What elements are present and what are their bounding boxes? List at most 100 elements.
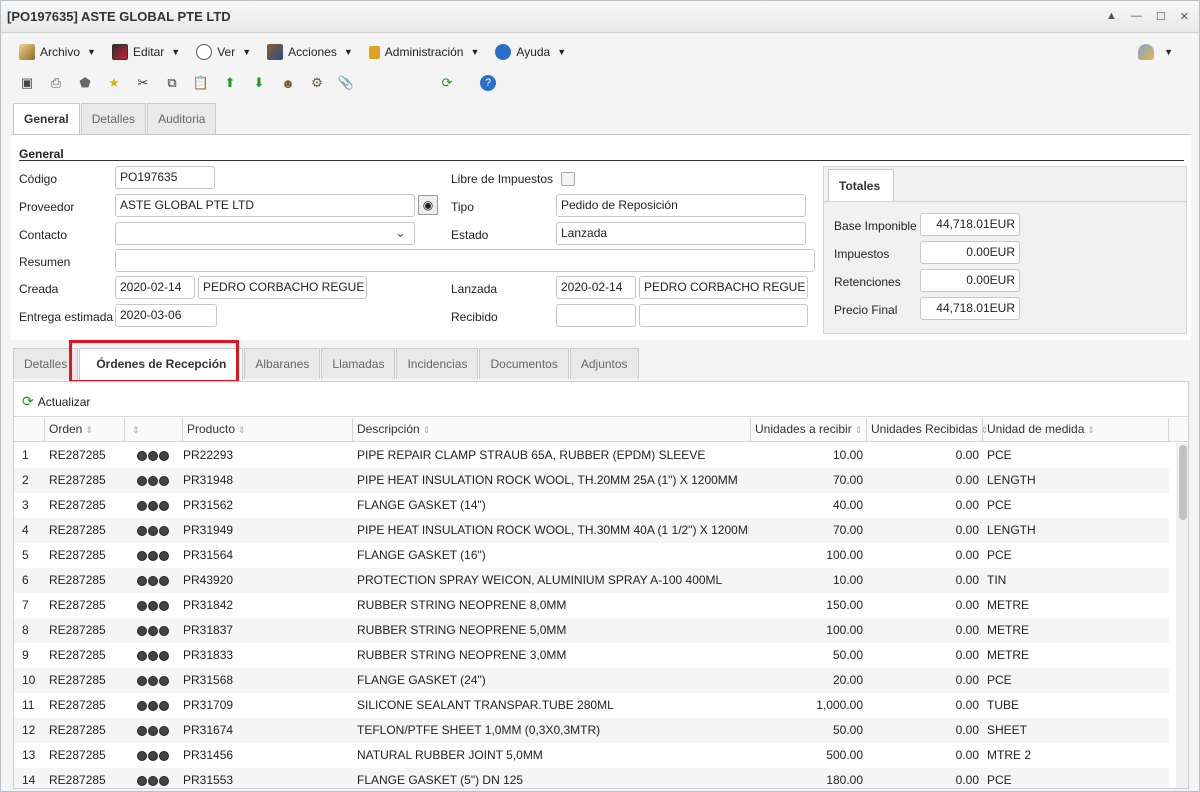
menu-editar[interactable]: Editar ▼ [110, 40, 182, 64]
table-row[interactable]: 10 RE287285 PR31568 FLANGE GASKET (24") 20.0… [14, 668, 1169, 693]
copy-icon[interactable]: ⧉ [162, 73, 182, 93]
refresh-button[interactable]: ⟳ Actualizar [22, 393, 90, 410]
codigo-field[interactable]: PO197635 [115, 166, 215, 189]
table-row[interactable]: 2 RE287285 PR31948 PIPE HEAT INSULATION ROC… [14, 468, 1169, 493]
status-dot-icon [159, 625, 169, 636]
close-icon[interactable]: ✕ [1180, 10, 1189, 23]
precio-final-value: 44,718.01EUR [920, 297, 1020, 320]
tab-albaranes[interactable]: Albaranes [244, 348, 321, 379]
chevron-down-icon[interactable]: ⌄ [395, 225, 406, 241]
tab-documentos[interactable]: Documentos [479, 348, 569, 379]
user-menu-button[interactable]: ▼ [1138, 44, 1173, 60]
contacto-select[interactable] [115, 222, 415, 245]
caret-icon: ▼ [343, 47, 353, 57]
producto-cell: PR31842 [183, 598, 234, 612]
settings-icon[interactable]: ⚙ [307, 73, 327, 93]
tab-llamadas[interactable]: Llamadas [321, 348, 396, 379]
menu-archivo[interactable]: Archivo ▼ [17, 40, 98, 64]
table-row[interactable]: 1 RE287285 PR22293 PIPE REPAIR CLAMP STRAUB… [14, 443, 1169, 468]
table-row[interactable]: 12 RE287285 PR31674 TEFLON/PTFE SHEET 1,0MM… [14, 718, 1169, 743]
col-orden[interactable]: Orden ⇕ [45, 418, 125, 441]
resumen-field[interactable] [115, 249, 815, 272]
creada-date-field[interactable]: 2020-02-14 [115, 276, 195, 299]
status-dot-icon [159, 575, 169, 586]
minimize-icon[interactable]: — [1131, 10, 1142, 23]
tab-detalles[interactable]: Detalles [80, 103, 147, 134]
unidades-a-recibir-cell: 50.00 [832, 723, 863, 737]
producto-cell: PR31709 [183, 698, 234, 712]
unidades-a-recibir-cell: 70.00 [832, 473, 863, 487]
print-icon[interactable]: ⎙ [46, 73, 66, 93]
download-icon[interactable]: ⬇ [249, 73, 269, 93]
col-unidad-medida[interactable]: Unidad de medida ⇕ [983, 418, 1169, 441]
resumen-label: Resumen [19, 255, 71, 269]
user-icon [1138, 44, 1155, 60]
entrega-date-field[interactable]: 2020-03-06 [115, 304, 217, 327]
col-unidades-a-recibir[interactable]: Unidades a recibir ⇕ [751, 418, 867, 441]
estado-field[interactable]: Lanzada [556, 222, 806, 245]
proveedor-field[interactable]: ASTE GLOBAL PTE LTD [115, 194, 415, 217]
help-icon[interactable]: ? [480, 75, 496, 91]
contacto-label: Contacto [19, 228, 68, 242]
status-dot-icon [148, 675, 158, 686]
upload-icon[interactable]: ⬆ [220, 73, 240, 93]
status-dots-icon [137, 618, 177, 643]
producto-cell: PR31674 [183, 723, 234, 737]
table-row[interactable]: 5 RE287285 PR31564 FLANGE GASKET (16") 100.0… [14, 543, 1169, 568]
tipo-field[interactable]: Pedido de Reposición [556, 194, 806, 217]
collapse-icon[interactable]: ▲ [1106, 10, 1117, 23]
menu-ayuda[interactable]: Ayuda ▼ [493, 40, 568, 64]
descripcion-cell: TEFLON/PTFE SHEET 1,0MM (0,3X0,3MTR) [357, 723, 601, 737]
creada-label: Creada [19, 282, 59, 296]
tab-adjuntos[interactable]: Adjuntos [569, 348, 639, 379]
status-dot-icon [137, 575, 147, 586]
unidades-recibidas-cell: 0.00 [955, 698, 979, 712]
table-row[interactable]: 6 RE287285 PR43920 PROTECTION SPRAY WEICON,… [14, 568, 1169, 593]
col-descripcion[interactable]: Descripción ⇕ [353, 418, 751, 441]
users-icon[interactable]: ☻ [278, 73, 298, 93]
delete-icon[interactable]: ⬟ [75, 73, 95, 93]
table-row[interactable]: 4 RE287285 PR31949 PIPE HEAT INSULATION ROC… [14, 518, 1169, 543]
refresh-icon[interactable]: ⟳ [437, 73, 457, 93]
favorite-icon[interactable]: ★ [104, 73, 124, 93]
grid-toolbar: ⟳ Actualizar [14, 382, 1188, 417]
recibido-date-field[interactable] [556, 304, 636, 327]
table-row[interactable]: 11 RE287285 PR31709 SILICONE SEALANT TRANSP… [14, 693, 1169, 718]
save-icon[interactable]: ▣ [17, 73, 37, 93]
scrollbar-thumb[interactable] [1179, 445, 1187, 520]
status-dot-icon [148, 500, 158, 511]
menu-acciones[interactable]: Acciones ▼ [265, 40, 355, 64]
table-row[interactable]: 9 RE287285 PR31833 RUBBER STRING NEOPRENE 3… [14, 643, 1169, 668]
table-row[interactable]: 8 RE287285 PR31837 RUBBER STRING NEOPRENE 5… [14, 618, 1169, 643]
table-row[interactable]: 14 RE287285 PR31553 FLANGE GASKET (5") DN 1… [14, 768, 1169, 788]
paste-icon[interactable]: 📋 [191, 73, 211, 93]
view-supplier-eye-icon[interactable]: ◉ [418, 195, 438, 215]
recibido-user-field[interactable] [639, 304, 808, 327]
lanzada-user-field[interactable]: PEDRO CORBACHO REGUE [639, 276, 808, 299]
unidades-a-recibir-cell: 1,000.00 [816, 698, 863, 712]
descripcion-cell: FLANGE GASKET (16") [357, 548, 486, 562]
table-row[interactable]: 7 RE287285 PR31842 RUBBER STRING NEOPRENE 8… [14, 593, 1169, 618]
vertical-scrollbar[interactable] [1176, 443, 1188, 788]
libre-impuestos-checkbox[interactable] [561, 172, 575, 186]
status-dot-icon [137, 550, 147, 561]
menu-ver[interactable]: Ver ▼ [194, 40, 253, 64]
menu-administracion[interactable]: Administración ▼ [367, 40, 482, 64]
unidad-medida-cell: PCE [987, 448, 1012, 462]
creada-user-field[interactable]: PEDRO CORBACHO REGUE [198, 276, 367, 299]
maximize-icon[interactable]: ☐ [1156, 10, 1166, 23]
col-producto[interactable]: Producto ⇕ [183, 418, 353, 441]
cut-icon[interactable]: ✂ [133, 73, 153, 93]
orden-cell: RE287285 [49, 648, 106, 662]
tab-general[interactable]: General [13, 103, 80, 135]
tab-totales[interactable]: Totales [828, 169, 894, 201]
row-number: 5 [22, 548, 29, 562]
tab-auditoria[interactable]: Auditoria [147, 103, 217, 134]
col-unidades-recibidas[interactable]: Unidades Recibidas ⇕ [867, 418, 988, 441]
attach-icon[interactable]: 📎 [336, 73, 356, 93]
lanzada-date-field[interactable]: 2020-02-14 [556, 276, 636, 299]
tab-incidencias[interactable]: Incidencias [396, 348, 479, 379]
table-row[interactable]: 13 RE287285 PR31456 NATURAL RUBBER JOINT 5,… [14, 743, 1169, 768]
table-row[interactable]: 3 RE287285 PR31562 FLANGE GASKET (14") 40.00… [14, 493, 1169, 518]
col-status[interactable]: ⇕ [125, 418, 183, 441]
